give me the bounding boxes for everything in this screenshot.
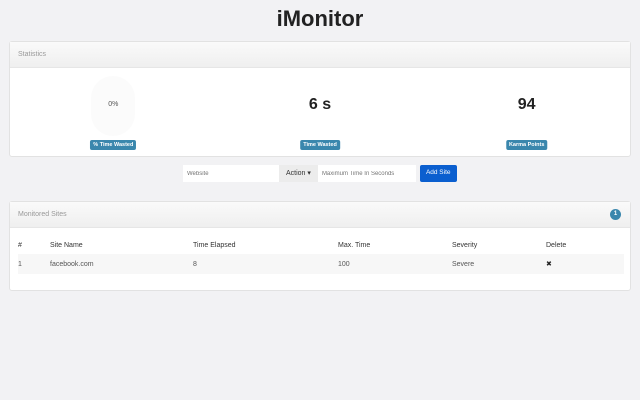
table-row: 1 facebook.com 8 100 Severe ✖ [18,254,624,274]
statistics-panel: Statistics 0% % Time Wasted 6 s Time Was… [9,41,631,157]
time-label: Time Wasted [300,140,340,150]
row-index: 1 [18,254,50,274]
time-value: 6 s [308,96,332,113]
time-stat: 6 s Time Wasted [217,68,424,158]
sites-count-badge: 1 [610,209,621,220]
percent-value: 0% [108,101,119,108]
row-elapsed: 8 [193,254,338,274]
karma-stat: 94 Karma Points [423,68,630,158]
sites-table: # Site Name Time Elapsed Max. Time Sever… [18,236,624,274]
monitored-sites-panel: Monitored Sites 1 # Site Name Time Elapse… [9,201,631,291]
row-max: 100 [338,254,452,274]
sites-header: Monitored Sites 1 [10,202,630,228]
add-site-form: Action ▾ Add Site [183,165,457,182]
action-label: Action [286,170,306,177]
percent-label: % Time Wasted [90,140,137,150]
add-site-button[interactable]: Add Site [419,165,457,182]
app-title: iMonitor [276,6,364,31]
karma-value: 94 [517,96,536,113]
col-time-elapsed: Time Elapsed [193,241,236,249]
delete-icon[interactable]: ✖ [546,254,624,274]
max-time-input[interactable] [317,165,416,182]
caret-down-icon: ▾ [307,170,311,177]
row-site: facebook.com [50,254,193,274]
statistics-header: Statistics [10,42,630,68]
karma-label: Karma Points [505,140,548,150]
col-delete: Delete [546,241,567,249]
col-index: # [18,241,22,249]
website-input[interactable] [183,165,279,182]
row-severity: Severe [452,254,546,274]
col-severity: Severity [452,241,478,249]
col-site-name: Site Name [50,241,83,249]
sites-header-label: Monitored Sites [18,211,67,218]
action-dropdown[interactable]: Action ▾ [279,165,318,182]
table-header-row: # Site Name Time Elapsed Max. Time Sever… [18,236,624,254]
percent-stat: 0% % Time Wasted [10,68,217,158]
col-max-time: Max. Time [338,241,371,249]
